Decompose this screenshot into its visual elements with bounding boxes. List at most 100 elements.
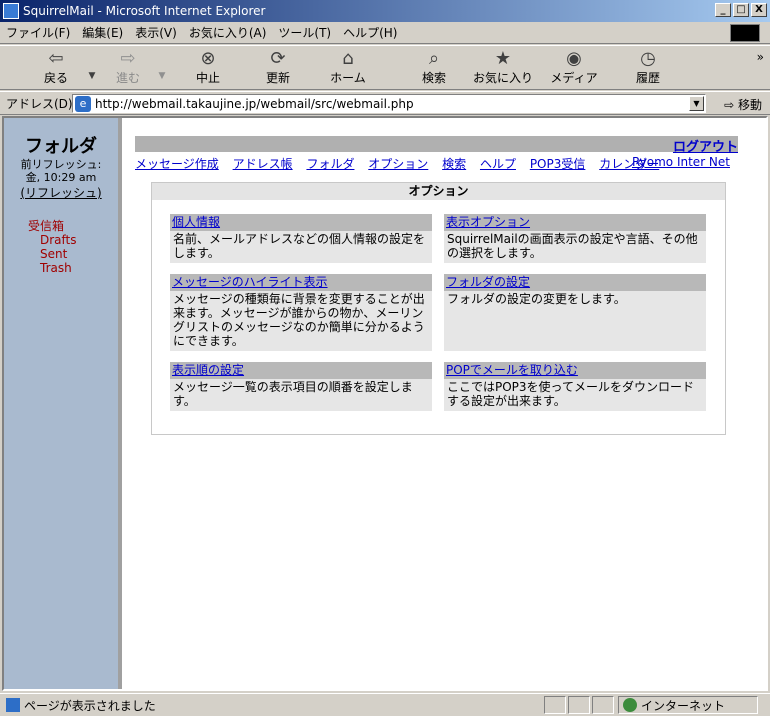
refresh-icon: ⟳ — [270, 48, 286, 69]
windows-logo-icon — [730, 24, 760, 42]
stop-button[interactable]: ⊗ 中止 — [184, 49, 232, 86]
stop-label: 中止 — [195, 71, 220, 85]
home-label: ホーム — [330, 71, 366, 85]
option-display-link[interactable]: 表示オプション — [446, 215, 530, 229]
standard-toolbar: ⇦ 戻る ▼ ⇨ 進む ▼ ⊗ 中止 ⟳ 更新 ⌂ ホーム ⌕ 検索 ★ お気に… — [0, 45, 770, 90]
last-refresh-label: 前リフレッシュ: — [20, 158, 102, 171]
go-label: 移動 — [737, 98, 762, 112]
options-title: オプション — [152, 183, 725, 200]
menu-bar: ファイル(F) 編集(E) 表示(V) お気に入り(A) ツール(T) ヘルプ(… — [0, 22, 770, 44]
nav-links: メッセージ作成 アドレス帳 フォルダ オプション 検索 ヘルプ POP3受信 カ… — [135, 155, 740, 172]
back-label: 戻る — [43, 71, 68, 85]
forward-label: 進む — [115, 71, 140, 85]
nav-compose[interactable]: メッセージ作成 — [135, 157, 219, 171]
org-link[interactable]: Ryomo Inter Net — [632, 155, 730, 169]
history-button[interactable]: ◷ 履歴 — [624, 49, 672, 86]
forward-button[interactable]: ⇨ 進む — [108, 49, 148, 86]
option-folders: フォルダの設定 フォルダの設定の変更をします。 — [444, 274, 706, 351]
status-panel — [592, 696, 614, 714]
folder-pane-title: フォルダ — [25, 136, 97, 157]
address-input[interactable]: e http://webmail.takaujine.jp/webmail/sr… — [72, 94, 706, 113]
menu-tools[interactable]: ツール(T) — [278, 24, 331, 41]
window-title: SquirrelMail - Microsoft Internet Explor… — [23, 4, 266, 18]
go-arrow-icon: ⇨ — [724, 98, 735, 112]
option-personal-info-desc: 名前、メールアドレスなどの個人情報の設定をします。 — [170, 231, 432, 263]
status-panels — [544, 696, 616, 714]
go-button[interactable]: ⇨ 移動 — [724, 96, 762, 113]
minimize-button[interactable]: _ — [715, 3, 731, 17]
nav-pop3[interactable]: POP3受信 — [530, 157, 586, 171]
favorites-label: お気に入り — [472, 71, 533, 85]
status-panel — [568, 696, 590, 714]
toolbar-more-chevron[interactable]: » — [757, 50, 764, 64]
security-zone: インターネット — [618, 696, 758, 714]
back-arrow-icon: ⇦ — [48, 48, 64, 69]
close-button[interactable]: X — [751, 3, 767, 17]
option-index-order-desc: メッセージ一覧の表示項目の順番を設定します。 — [170, 379, 432, 411]
menu-favorites[interactable]: お気に入り(A) — [189, 24, 267, 41]
back-dropdown[interactable]: ▼ — [82, 66, 102, 86]
internet-globe-icon — [623, 698, 637, 712]
status-text: ページが表示されました — [24, 698, 156, 713]
menu-file[interactable]: ファイル(F) — [6, 24, 70, 41]
folder-trash[interactable]: Trash — [28, 261, 118, 275]
option-pop-fetch: POPでメールを取り込む ここではPOP3を使ってメールをダウンロードする設定が… — [444, 362, 706, 411]
option-index-order-link[interactable]: 表示順の設定 — [172, 363, 244, 377]
status-panel — [544, 696, 566, 714]
refresh-label: 更新 — [265, 71, 290, 85]
media-label: メディア — [550, 71, 598, 85]
media-button[interactable]: ◉ メディア — [550, 49, 598, 86]
option-highlight-link[interactable]: メッセージのハイライト表示 — [172, 275, 328, 289]
page-icon: e — [75, 95, 91, 112]
maximize-button[interactable]: □ — [733, 3, 749, 17]
top-bar: ログアウト — [135, 136, 738, 155]
address-bar: アドレス(D) e http://webmail.takaujine.jp/we… — [0, 91, 770, 115]
refresh-button[interactable]: ⟳ 更新 — [254, 49, 302, 86]
chevron-down-icon: ▼ — [88, 71, 96, 81]
nav-options[interactable]: オプション — [368, 157, 428, 171]
window-titlebar: SquirrelMail - Microsoft Internet Explor… — [0, 0, 770, 22]
folder-pane: フォルダ 前リフレッシュ: 金, 10:29 am (リフレッシュ) 受信箱 D… — [4, 118, 122, 689]
last-refresh-time: 金, 10:29 am — [25, 171, 97, 184]
option-folders-link[interactable]: フォルダの設定 — [446, 275, 530, 289]
status-bar: ページが表示されました インターネット — [0, 693, 770, 716]
nav-search[interactable]: 検索 — [442, 157, 466, 171]
forward-dropdown[interactable]: ▼ — [152, 66, 172, 86]
nav-addresses[interactable]: アドレス帳 — [233, 157, 293, 171]
zone-label: インターネット — [641, 698, 726, 713]
option-highlight: メッセージのハイライト表示 メッセージの種類毎に背景を変更することが出来ます。メ… — [170, 274, 432, 351]
options-panel: オプション 個人情報 名前、メールアドレスなどの個人情報の設定をします。 表示オ… — [151, 182, 726, 435]
nav-folders[interactable]: フォルダ — [306, 157, 354, 171]
favorites-folder-icon: ★ — [494, 48, 512, 69]
option-folders-desc: フォルダの設定の変更をします。 — [444, 291, 706, 351]
option-pop-fetch-desc: ここではPOP3を使ってメールをダウンロードする設定が出来ます。 — [444, 379, 706, 411]
option-display-desc: SquirrelMailの画面表示の設定や言語、その他の選択をします。 — [444, 231, 706, 263]
search-icon: ⌕ — [428, 48, 440, 69]
folder-list: 受信箱 Drafts Sent Trash — [4, 219, 118, 275]
home-button[interactable]: ⌂ ホーム — [324, 49, 372, 86]
chevron-down-icon: ▼ — [158, 71, 166, 81]
option-highlight-desc: メッセージの種類毎に背景を変更することが出来ます。メッセージが誰からの物か、メー… — [170, 291, 432, 351]
favorites-button[interactable]: ★ お気に入り — [470, 49, 536, 86]
nav-help[interactable]: ヘルプ — [480, 157, 516, 171]
refresh-link[interactable]: (リフレッシュ) — [4, 184, 118, 201]
folder-sent[interactable]: Sent — [28, 247, 118, 261]
address-label: アドレス(D) — [6, 96, 73, 111]
home-icon: ⌂ — [342, 48, 354, 69]
logout-link[interactable]: ログアウト — [673, 136, 738, 155]
address-dropdown-icon[interactable]: ▼ — [689, 96, 704, 111]
menu-help[interactable]: ヘルプ(H) — [343, 24, 397, 41]
forward-arrow-icon: ⇨ — [120, 48, 136, 69]
back-button[interactable]: ⇦ 戻る — [36, 49, 76, 86]
menu-edit[interactable]: 編集(E) — [82, 24, 123, 41]
ie-app-icon — [3, 3, 19, 19]
search-button[interactable]: ⌕ 検索 — [410, 49, 458, 86]
option-pop-fetch-link[interactable]: POPでメールを取り込む — [446, 363, 578, 377]
media-icon: ◉ — [566, 48, 582, 69]
option-display: 表示オプション SquirrelMailの画面表示の設定や言語、その他の選択をし… — [444, 214, 706, 263]
folder-inbox[interactable]: 受信箱 — [28, 219, 118, 233]
option-personal-info-link[interactable]: 個人情報 — [172, 215, 220, 229]
menu-view[interactable]: 表示(V) — [135, 24, 177, 41]
folder-drafts[interactable]: Drafts — [28, 233, 118, 247]
browser-viewport: フォルダ 前リフレッシュ: 金, 10:29 am (リフレッシュ) 受信箱 D… — [2, 116, 768, 691]
